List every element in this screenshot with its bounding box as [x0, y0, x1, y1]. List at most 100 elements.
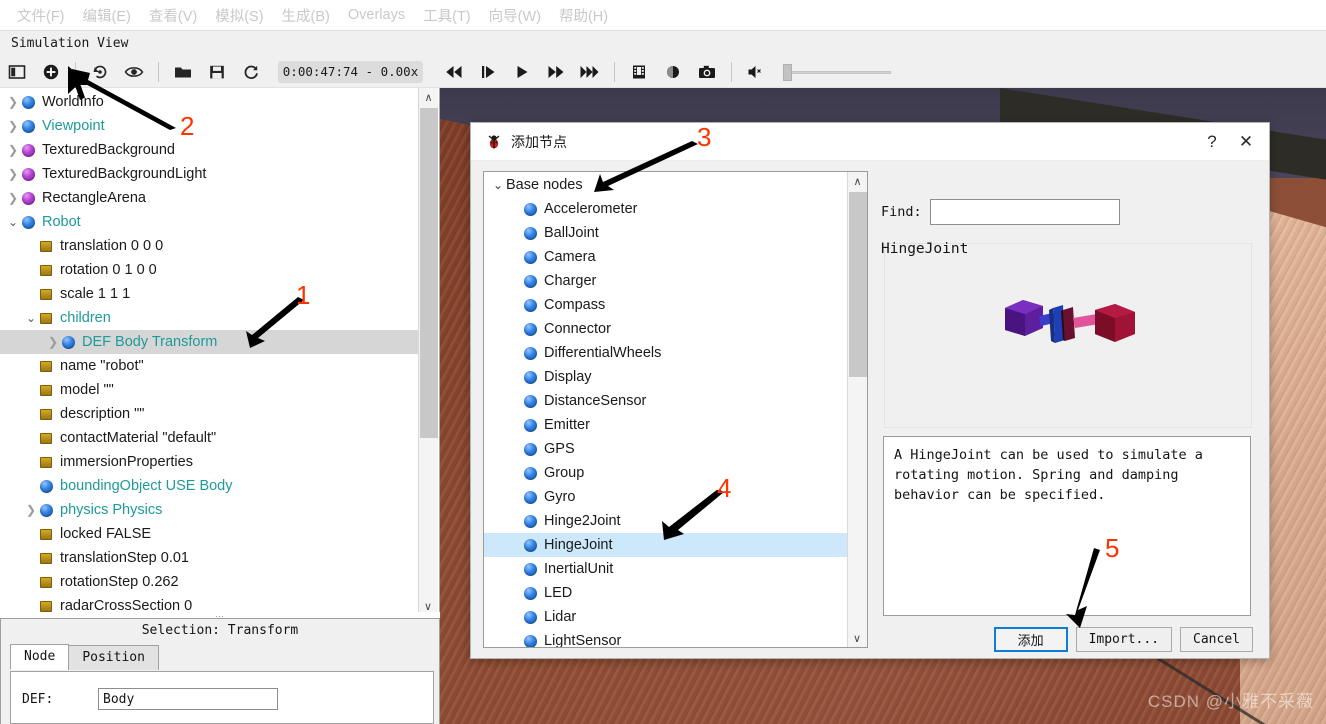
tree-row[interactable]: model "" — [0, 378, 419, 402]
cancel-button[interactable]: Cancel — [1180, 627, 1253, 652]
tree-row[interactable]: ❯ TexturedBackgroundLight — [0, 162, 419, 186]
import-button[interactable]: Import... — [1075, 627, 1173, 652]
node-list-item[interactable]: DistanceSensor — [484, 389, 848, 413]
node-list-item[interactable]: GPS — [484, 437, 848, 461]
chevron-down-icon[interactable]: ⌄ — [490, 178, 506, 192]
node-list-item[interactable]: Accelerometer — [484, 197, 848, 221]
menu-item-3[interactable]: 模拟(S) — [206, 3, 272, 28]
node-list-item[interactable]: Camera — [484, 245, 848, 269]
tree-row[interactable]: translation 0 0 0 — [0, 234, 419, 258]
tree-row[interactable]: ⌄ children — [0, 306, 419, 330]
node-list-item[interactable]: Hinge2Joint — [484, 509, 848, 533]
sound-icon[interactable] — [739, 58, 773, 86]
tree-row[interactable]: ⌄ Robot — [0, 210, 419, 234]
panel-toggle-icon[interactable] — [0, 58, 34, 86]
volume-slider[interactable] — [783, 62, 891, 82]
help-icon[interactable]: ? — [1195, 127, 1229, 157]
fast-forward-icon[interactable] — [539, 58, 573, 86]
node-list-scrollbar[interactable]: ∧ ∨ — [847, 172, 867, 647]
open-folder-icon[interactable] — [166, 58, 200, 86]
node-list-item[interactable]: Gyro — [484, 485, 848, 509]
node-list-item-label: Lidar — [544, 609, 577, 625]
menu-item-8[interactable]: 帮助(H) — [550, 3, 617, 28]
tree-row[interactable]: ❯ WorldInfo — [0, 90, 419, 114]
node-list-item[interactable]: LED — [484, 581, 848, 605]
camera-icon[interactable] — [690, 58, 724, 86]
node-list-item[interactable]: Connector — [484, 317, 848, 341]
menu-item-5[interactable]: Overlays — [339, 5, 414, 25]
tree-row[interactable]: ❯ TexturedBackground — [0, 138, 419, 162]
chevron-right-icon[interactable]: ❯ — [4, 143, 22, 157]
tab-position[interactable]: Position — [68, 645, 159, 670]
eye-icon[interactable] — [117, 58, 151, 86]
node-type-list[interactable]: ⌄ Base nodes Accelerometer BallJoint Camera C… — [483, 171, 868, 648]
tree-row[interactable]: scale 1 1 1 — [0, 282, 419, 306]
chevron-right-icon[interactable]: ❯ — [4, 95, 22, 109]
add-node-icon[interactable] — [34, 58, 68, 86]
node-list-item[interactable]: Group — [484, 461, 848, 485]
simulation-time-field[interactable]: 0:00:47:74 - 0.00x — [278, 60, 423, 83]
scroll-up-icon[interactable]: ∧ — [848, 172, 867, 190]
chevron-right-icon[interactable]: ❯ — [22, 503, 40, 517]
tree-row[interactable]: ❯ RectangleArena — [0, 186, 419, 210]
chevron-right-icon[interactable]: ❯ — [44, 335, 62, 349]
node-group-row[interactable]: ⌄ Base nodes — [484, 173, 848, 197]
node-list-item[interactable]: HingeJoint — [484, 533, 848, 557]
chevron-down-icon[interactable]: ⌄ — [22, 311, 40, 325]
scrollbar-thumb[interactable] — [420, 108, 438, 438]
save-icon[interactable] — [200, 58, 234, 86]
tree-row[interactable]: locked FALSE — [0, 522, 419, 546]
node-list-item[interactable]: Display — [484, 365, 848, 389]
scene-tree-scrollbar[interactable]: ∧ ∨ — [418, 88, 438, 615]
tree-row[interactable]: rotationStep 0.262 — [0, 570, 419, 594]
scroll-down-icon[interactable]: ∨ — [848, 629, 866, 647]
chevron-down-icon[interactable]: ⌄ — [4, 215, 22, 229]
tree-row[interactable]: name "robot" — [0, 354, 419, 378]
menu-item-6[interactable]: 工具(T) — [414, 3, 480, 28]
tree-row[interactable]: translationStep 0.01 — [0, 546, 419, 570]
run-fast-icon[interactable] — [573, 58, 607, 86]
volume-knob[interactable] — [783, 63, 792, 81]
tree-row[interactable]: immersionProperties — [0, 450, 419, 474]
tree-row[interactable]: boundingObject USE Body — [0, 474, 419, 498]
chevron-right-icon[interactable]: ❯ — [4, 191, 22, 205]
chevron-right-icon[interactable]: ❯ — [4, 167, 22, 181]
menu-item-7[interactable]: 向导(W) — [480, 3, 550, 28]
node-list-item[interactable]: DifferentialWheels — [484, 341, 848, 365]
find-input[interactable] — [929, 199, 1120, 225]
play-icon[interactable] — [505, 58, 539, 86]
menu-item-2[interactable]: 查看(V) — [140, 3, 206, 28]
add-button[interactable]: 添加 — [993, 627, 1068, 652]
node-list-item[interactable]: BallJoint — [484, 221, 848, 245]
step-icon[interactable] — [471, 58, 505, 86]
tree-row[interactable]: description "" — [0, 402, 419, 426]
tree-row[interactable]: ❯ DEF Body Transform — [0, 330, 419, 354]
node-list-item[interactable]: Compass — [484, 293, 848, 317]
reload-icon[interactable] — [234, 58, 268, 86]
menu-item-1[interactable]: 编辑(E) — [74, 3, 140, 28]
scene-tree[interactable]: ❯ WorldInfo ❯ Viewpoint ❯ TexturedBackground ❯… — [0, 88, 419, 615]
menu-item-0[interactable]: 文件(F) — [8, 3, 74, 28]
node-list-item[interactable]: InertialUnit — [484, 557, 848, 581]
tree-row[interactable]: rotation 0 1 0 0 — [0, 258, 419, 282]
node-list-item[interactable]: Lidar — [484, 605, 848, 629]
film-icon[interactable] — [622, 58, 656, 86]
tree-row[interactable]: ❯ Viewpoint — [0, 114, 419, 138]
record-icon[interactable] — [656, 58, 690, 86]
menu-item-4[interactable]: 生成(B) — [273, 3, 339, 28]
rewind-icon[interactable] — [437, 58, 471, 86]
def-input[interactable] — [98, 688, 278, 710]
node-list-item[interactable]: LightSensor — [484, 629, 848, 647]
tree-row[interactable]: contactMaterial "default" — [0, 426, 419, 450]
scrollbar-thumb[interactable] — [849, 192, 867, 377]
main-toolbar: 0:00:47:74 - 0.00x — [0, 56, 1326, 88]
node-list-item[interactable]: Charger — [484, 269, 848, 293]
close-icon[interactable]: ✕ — [1229, 127, 1263, 157]
revert-icon[interactable] — [83, 58, 117, 86]
tab-node[interactable]: Node — [10, 644, 70, 670]
node-type-list-inner[interactable]: ⌄ Base nodes Accelerometer BallJoint Camera C… — [484, 172, 848, 647]
scroll-up-icon[interactable]: ∧ — [419, 88, 438, 106]
tree-row[interactable]: ❯ physics Physics — [0, 498, 419, 522]
chevron-right-icon[interactable]: ❯ — [4, 119, 22, 133]
node-list-item[interactable]: Emitter — [484, 413, 848, 437]
